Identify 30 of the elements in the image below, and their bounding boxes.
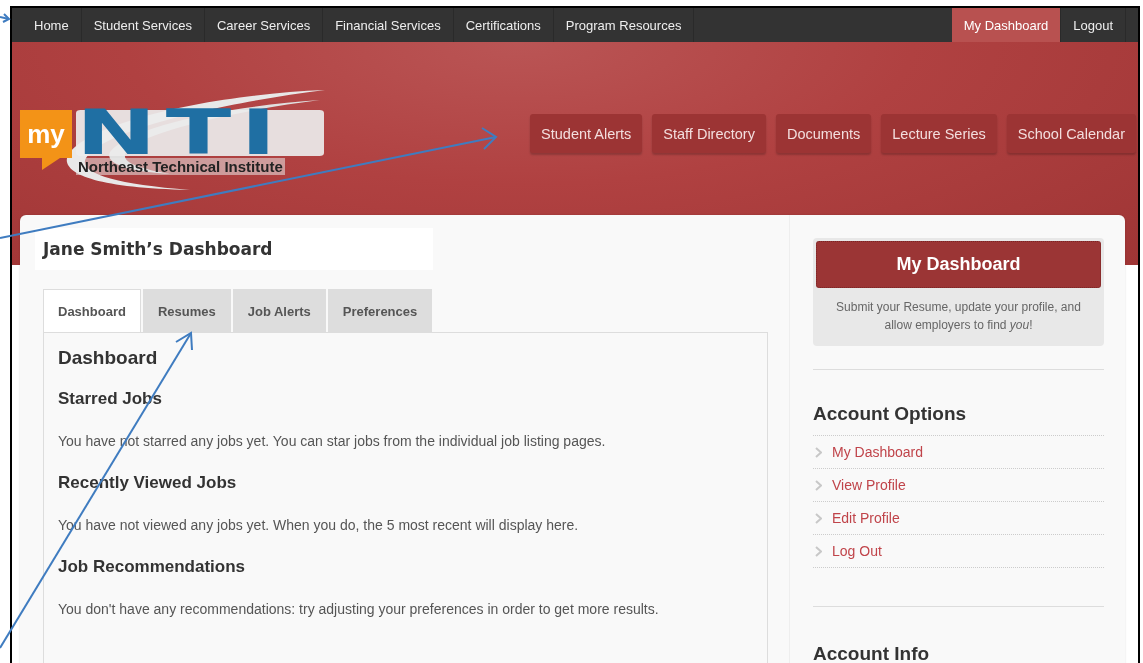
tab[interactable]: Job Alerts [232, 289, 326, 332]
promo-text: Submit your Resume, update your profile, and allow employers to find you! [835, 299, 1082, 334]
dashboard-title: Jane Smith’s Dashboard [35, 228, 433, 270]
my-dashboard-button[interactable]: My Dashboard [816, 241, 1101, 288]
account-link[interactable]: View Profile [832, 477, 906, 493]
tab[interactable]: Resumes [142, 289, 231, 332]
tab[interactable]: Dashboard [43, 289, 141, 332]
chevron-icon [815, 446, 822, 458]
header-button[interactable]: Documents [775, 114, 872, 153]
tab[interactable]: Preferences [327, 289, 433, 332]
section-heading: Job Recommendations [58, 557, 247, 577]
chevron-icon [815, 479, 822, 491]
annotation-arrow [0, 13, 11, 23]
sidebar-heading: Account Options [813, 403, 968, 425]
logo-tagline: Northeast Technical Institute [76, 158, 285, 175]
logo-badge: my [20, 110, 72, 170]
header-button[interactable]: School Calendar [1006, 114, 1136, 153]
sidebar-heading: Account Info [813, 643, 931, 663]
chevron-icon [815, 512, 822, 524]
account-link[interactable]: My Dashboard [832, 444, 924, 460]
nav-link[interactable]: My Dashboard [951, 8, 1062, 42]
account-link[interactable]: Log Out [832, 543, 882, 559]
header-button[interactable]: Lecture Series [881, 114, 997, 153]
header-button[interactable]: Staff Directory [652, 114, 766, 153]
chevron-icon [815, 545, 822, 557]
account-link[interactable]: Edit Profile [832, 510, 900, 526]
logo-wordmark: NTI [76, 110, 324, 156]
header-button[interactable]: Student Alerts [530, 114, 643, 153]
section-text: You don't have any recommendations: try adjusting your preferences in order to get more results. [58, 601, 660, 617]
panel-heading: Dashboard [58, 347, 159, 369]
